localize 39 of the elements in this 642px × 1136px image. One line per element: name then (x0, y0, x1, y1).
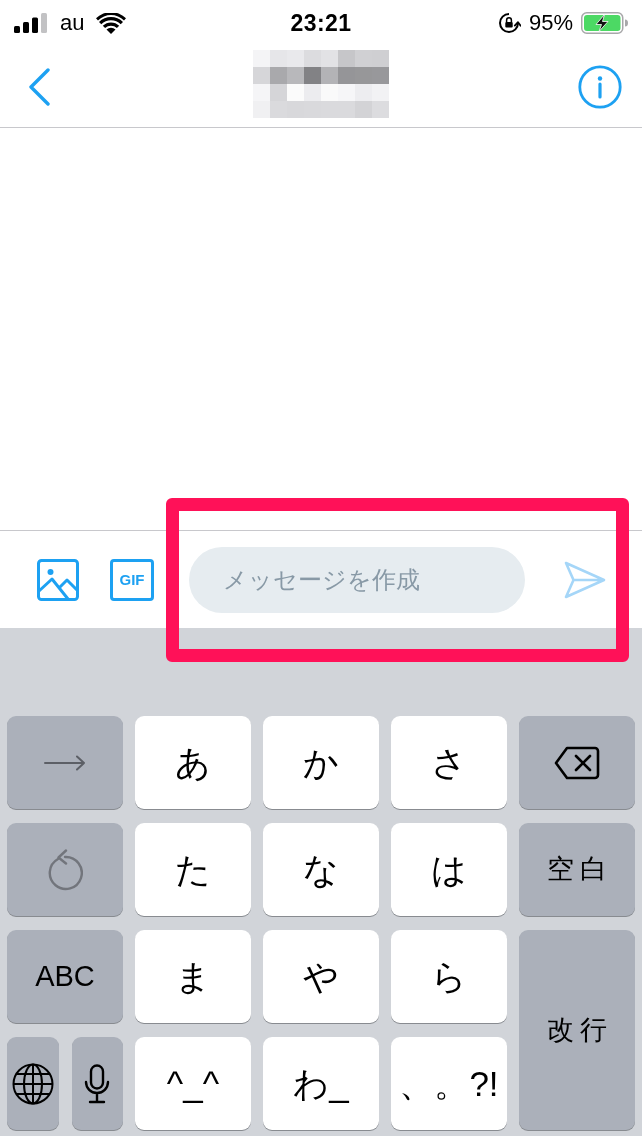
info-icon (578, 64, 622, 109)
keyboard-key[interactable]: ^_^ (135, 1037, 251, 1130)
microphone-icon (84, 1063, 111, 1104)
battery-percent: 95% (528, 12, 573, 34)
chevron-left-icon (28, 67, 50, 106)
back-button[interactable] (28, 67, 50, 106)
keyboard-key[interactable]: か (263, 716, 379, 809)
keyboard-key[interactable]: さ (391, 716, 507, 809)
keyboard-key[interactable]: 、。?! (391, 1037, 507, 1130)
keyboard-key[interactable]: ら (391, 930, 507, 1023)
delete-key[interactable] (519, 716, 635, 809)
charging-battery-icon (581, 12, 628, 34)
keyboard-key[interactable]: あ (135, 716, 251, 809)
info-button[interactable] (578, 64, 622, 109)
arrow-right-icon (44, 754, 86, 771)
image-button[interactable] (37, 558, 79, 601)
keyboard-key[interactable]: な (263, 823, 379, 916)
rotation-lock-icon (497, 11, 521, 35)
abc-key[interactable]: ABC (7, 930, 123, 1023)
message-input-field[interactable]: メッセージを作成 (189, 546, 525, 613)
status-time: 23:21 (290, 11, 352, 35)
space-key[interactable]: 空白 (519, 823, 635, 916)
send-icon (564, 560, 606, 599)
undo-key[interactable] (7, 823, 123, 916)
keyboard-key[interactable]: や (263, 930, 379, 1023)
carrier-name: au (60, 12, 85, 34)
signal-icon (14, 13, 48, 33)
keyboard-key[interactable]: た (135, 823, 251, 916)
keyboard-key[interactable]: わ_ (263, 1037, 379, 1130)
return-key[interactable]: 改行 (519, 930, 635, 1130)
undo-icon (47, 848, 83, 891)
globe-icon (11, 1062, 54, 1105)
delete-icon (554, 745, 600, 780)
image-icon (37, 558, 79, 601)
globe-key[interactable] (7, 1037, 59, 1130)
wifi-icon (96, 12, 127, 34)
keyboard-key[interactable]: ま (135, 930, 251, 1023)
microphone-key[interactable] (71, 1037, 123, 1130)
keyboard-key[interactable]: は (391, 823, 507, 916)
